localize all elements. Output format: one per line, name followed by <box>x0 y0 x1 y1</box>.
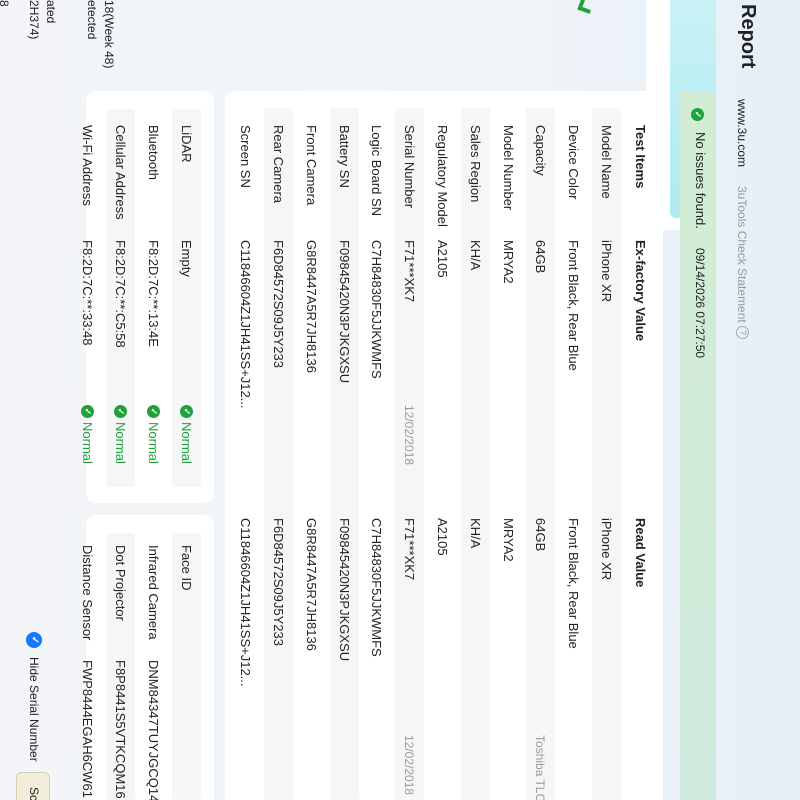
partial-text-4: etected <box>85 0 99 40</box>
faceid-item-label: Infrared Camera <box>146 545 161 640</box>
screenshot-button[interactable]: Sc <box>16 772 50 800</box>
partial-text-2: 2H374) <box>27 0 41 40</box>
faceid-item-value: F8P8441S5VTKCQM16 <box>113 660 128 799</box>
row-read-value: C7H84830F5JJKWMFS <box>369 518 385 657</box>
partial-text-3: ated <box>44 0 58 24</box>
row-read-value: C11846604Z1JH41SS+J12... <box>238 518 254 687</box>
row-factory-value: C11846604Z1JH41SS+J12... <box>238 240 254 409</box>
row-factory-value: F71***XK7 <box>402 240 418 303</box>
row-read-value: KH/A <box>467 518 483 549</box>
row-factory-value: A2105 <box>435 240 450 278</box>
hw-status-text: Normal <box>80 422 95 464</box>
row-read-value: Front Black, Rear Blue <box>566 518 582 649</box>
row-factory-value: 64GB <box>533 240 549 274</box>
hw-item-value: F8:2D:7C:**:13:4E <box>146 240 161 347</box>
row-read-value: F6D84572S09J5Y233 <box>271 518 286 646</box>
faceid-item-label: Face ID <box>179 545 194 591</box>
row-item-label: Front Camera <box>303 125 319 206</box>
hw-status-text: Normal <box>113 422 128 464</box>
site-url: www.3u.com <box>735 99 749 168</box>
row-factory-value: iPhone XR <box>599 240 614 303</box>
hw-status-text: Normal <box>179 422 194 464</box>
row-item-label: Serial Number <box>402 125 418 209</box>
row-read-value: A2105 <box>435 518 450 556</box>
header-ex-factory: Ex-factory Value <box>633 240 648 342</box>
faceid-item-label: Dot Projector <box>113 545 128 621</box>
row-read-value: iPhone XR <box>599 518 614 581</box>
row-item-label: Sales Region <box>467 125 483 203</box>
row-read-extra: Toshiba TLC <box>533 735 548 800</box>
hw-item-value: F8:2D:7C:**:33:48 <box>80 240 95 346</box>
row-factory-value: G8R8447A5R7JH8136 <box>303 240 319 373</box>
row-factory-value: Front Black, Rear Blue <box>566 240 582 371</box>
row-stripe <box>526 108 556 800</box>
normal-check-icon: ✓ <box>114 405 127 418</box>
hw-item-value: F8:2D:7C:**:C5:58 <box>113 240 128 348</box>
row-factory-value: F6D84572S09J5Y233 <box>271 240 286 368</box>
normal-check-icon: ✓ <box>81 405 94 418</box>
status-check-icon: ✓ <box>691 108 704 121</box>
partial-text-5: 18(Week 48) <box>102 0 116 69</box>
page-title: Report <box>737 4 759 69</box>
normal-check-icon: ✓ <box>147 405 160 418</box>
row-item-label: Battery SN <box>336 125 352 188</box>
hw-item-label: Bluetooth <box>146 125 161 180</box>
hide-serial-label[interactable]: Hide Serial Number <box>26 657 42 762</box>
faceid-item-label: Distance Sensor <box>80 545 95 641</box>
row-read-value: G8R8447A5R7JH8136 <box>303 518 319 651</box>
status-message: No issues found. <box>693 132 708 229</box>
row-read-value: MRYA2 <box>500 518 516 562</box>
row-read-extra: 12/02/2018 <box>402 735 417 796</box>
status-datetime: 09/14/2026 07:27:50 <box>693 248 707 359</box>
faceid-item-value: FWP8444EGAH6CW61 <box>80 660 95 798</box>
faceid-item-value: DNM84347TUYJGCQ14 <box>146 660 161 800</box>
screenshot-button-label: Sc <box>27 787 41 800</box>
row-factory-value: MRYA2 <box>500 240 516 284</box>
header-test-items: Test Items <box>633 125 648 189</box>
report-window: Report www.3u.com 3uTools Check Statemen… <box>0 0 800 800</box>
hw-item-label: Wi-Fi Address <box>80 125 95 206</box>
hw-item-value: Empty <box>179 240 194 277</box>
hide-serial-checkbox[interactable]: ✓ <box>26 632 42 648</box>
row-item-label: Screen SN <box>238 125 254 188</box>
hw-item-label: Cellular Address <box>113 125 128 220</box>
row-item-label: Regulatory Model <box>435 125 450 227</box>
row-read-value: F09845420N3PJKGXSU <box>336 518 352 662</box>
row-item-label: Logic Board SN <box>369 125 385 217</box>
row-factory-value: KH/A <box>467 240 483 271</box>
hw-item-label: LiDAR <box>179 125 194 163</box>
row-stripe <box>329 108 359 800</box>
row-stripe <box>264 108 293 800</box>
hw-status-text: Normal <box>146 422 161 464</box>
row-item-label: Model Name <box>599 125 614 199</box>
row-item-label: Model Number <box>500 125 516 211</box>
header-read-value: Read Value <box>633 518 648 588</box>
row-stripe <box>592 108 621 800</box>
check-statement[interactable]: 3uTools Check Statement <box>734 186 750 323</box>
row-item-label: Device Color <box>566 125 582 200</box>
row-stripe <box>460 108 490 800</box>
row-factory-value: F09845420N3PJKGXSU <box>336 240 352 384</box>
row-read-value: 64GB <box>533 518 549 552</box>
partial-text-1: 8 <box>0 0 12 7</box>
row-factory-value: C7H84830F5JJKWMFS <box>369 240 385 379</box>
row-read-value: F71***XK7 <box>402 518 418 581</box>
green-check-partial-icon <box>577 0 594 14</box>
row-factory-date: 12/02/2018 <box>402 405 417 466</box>
row-item-label: Capacity <box>533 125 549 176</box>
row-item-label: Rear Camera <box>271 125 286 204</box>
normal-check-icon: ✓ <box>180 405 193 418</box>
help-icon[interactable]: ? <box>736 326 749 339</box>
